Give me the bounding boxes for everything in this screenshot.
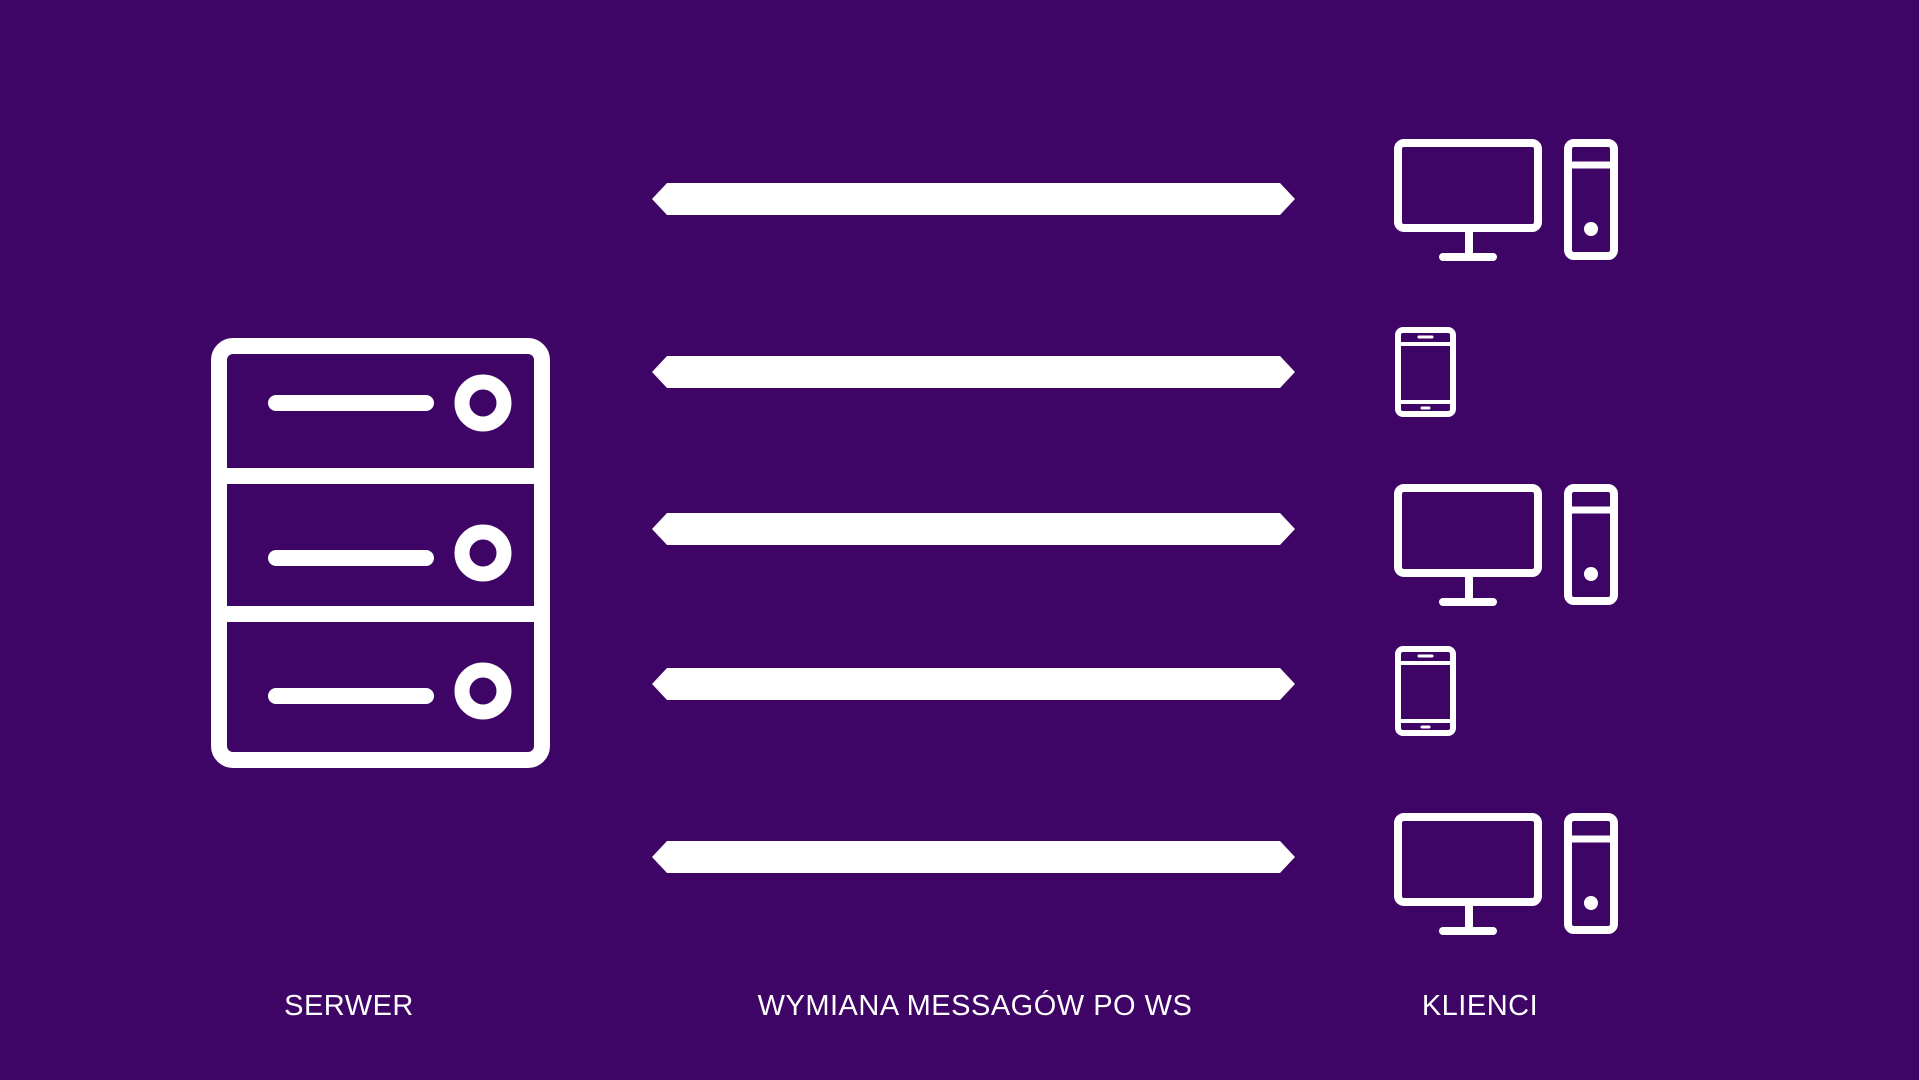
double-arrow-icon: [652, 513, 1295, 545]
server-rack-icon: [211, 338, 550, 768]
server-label: SERWER: [284, 990, 414, 1022]
double-arrow-icon: [652, 668, 1295, 700]
clients-label: KLIENCI: [1421, 990, 1539, 1022]
tablet-icon: [1395, 646, 1456, 736]
desktop-computer-icon: [1394, 484, 1618, 606]
desktop-computer-icon: [1394, 139, 1618, 261]
diagram-svg: [211, 139, 1618, 935]
double-arrow-icon: [652, 183, 1295, 215]
tablet-icon: [1395, 327, 1456, 417]
double-arrow-icon: [652, 356, 1295, 388]
diagram-canvas: SERWER WYMIANA MESSAGÓW PO WS KLIENCI: [0, 0, 1919, 1080]
desktop-computer-icon: [1394, 813, 1618, 935]
double-arrow-icon: [652, 841, 1295, 873]
exchange-label: WYMIANA MESSAGÓW PO WS: [757, 990, 1193, 1022]
